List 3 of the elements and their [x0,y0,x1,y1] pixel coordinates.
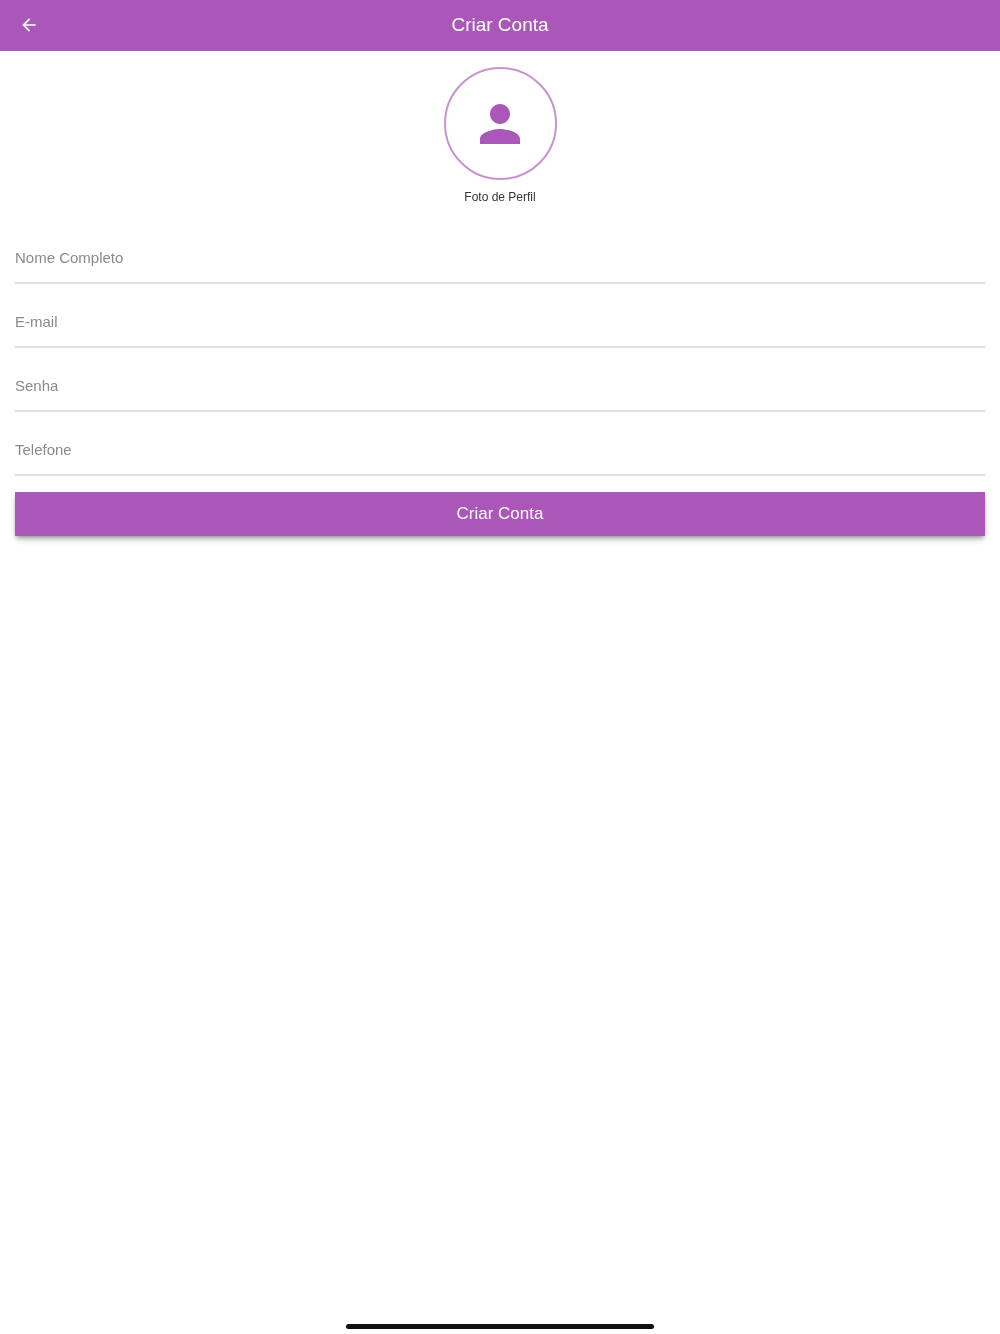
profile-photo-label: Foto de Perfil [464,189,536,206]
create-account-button[interactable]: Criar Conta [15,492,985,536]
screen-title: Criar Conta [451,13,549,38]
